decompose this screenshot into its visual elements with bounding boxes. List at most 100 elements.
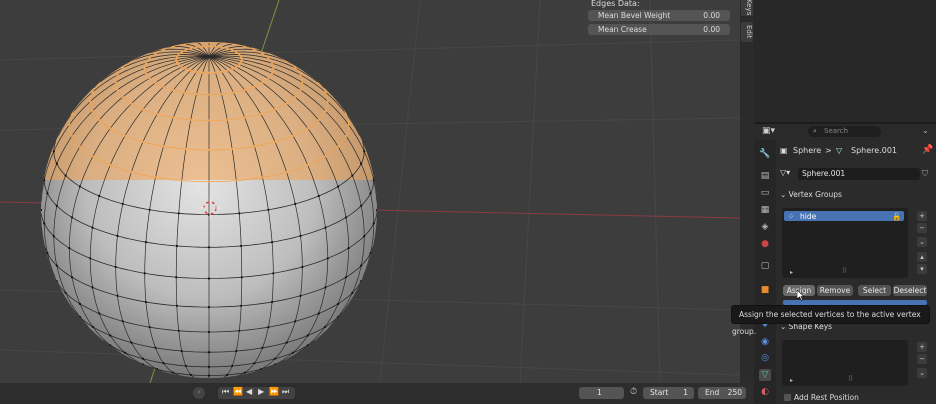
mesh-vertex[interactable]	[285, 102, 288, 105]
mesh-vertex[interactable]	[175, 55, 178, 59]
mesh-vertex[interactable]	[317, 312, 320, 315]
mesh-vertex[interactable]	[267, 326, 270, 329]
mesh-vertex[interactable]	[123, 134, 127, 137]
mesh-vertex[interactable]	[273, 108, 277, 111]
add-shape-key-button[interactable]: +	[917, 342, 927, 352]
mesh-vertex[interactable]	[360, 162, 363, 165]
material-tab-icon[interactable]: ◐	[759, 386, 771, 398]
mesh-vertex[interactable]	[238, 53, 241, 56]
mesh-vertex[interactable]	[55, 204, 58, 207]
output-tab-icon[interactable]: ▭	[759, 187, 771, 199]
mesh-vertex[interactable]	[347, 123, 350, 126]
3d-viewport[interactable]: Edges Data: Mean Bevel Weight 0.00 Mean …	[0, 0, 740, 383]
mesh-vertex[interactable]	[235, 65, 238, 69]
mesh-vertex[interactable]	[154, 81, 157, 84]
mesh-vertex[interactable]	[253, 362, 256, 365]
mesh-vertex[interactable]	[231, 147, 234, 151]
mesh-vertex[interactable]	[207, 148, 211, 152]
mesh-vertex[interactable]	[175, 276, 178, 279]
mesh-vertex[interactable]	[46, 192, 49, 195]
mesh-vertex[interactable]	[177, 63, 180, 66]
particles-tab-icon[interactable]: ◉	[759, 336, 771, 348]
mesh-vertex[interactable]	[184, 67, 187, 71]
mesh-vertex[interactable]	[271, 300, 274, 304]
mesh-vertex[interactable]	[207, 119, 211, 122]
mesh-vertex[interactable]	[324, 325, 327, 328]
mesh-vertex[interactable]	[189, 47, 192, 50]
mesh-vertex[interactable]	[141, 140, 145, 143]
mean-bevel-weight-field[interactable]: Mean Bevel Weight 0.00	[588, 10, 730, 21]
mesh-vertex[interactable]	[207, 374, 211, 377]
mesh-vertex[interactable]	[43, 222, 46, 225]
mesh-vertex[interactable]	[259, 113, 262, 116]
mesh-vertex[interactable]	[46, 251, 49, 255]
mesh-vertex[interactable]	[91, 286, 94, 289]
mesh-vertex[interactable]	[175, 244, 178, 248]
vertex-group-list[interactable]: ⁘ hide 🔓 ▸ ⠿	[782, 208, 908, 278]
mesh-vertex[interactable]	[116, 294, 119, 297]
mesh-vertex[interactable]	[43, 179, 46, 182]
mesh-vertex[interactable]	[91, 226, 94, 229]
mesh-vertex[interactable]	[148, 77, 151, 80]
mesh-vertex[interactable]	[40, 208, 43, 212]
stopwatch-icon[interactable]: ⏱	[630, 387, 637, 397]
mesh-vertex[interactable]	[195, 70, 198, 73]
mesh-vertex[interactable]	[271, 241, 274, 244]
tab-edit[interactable]: Edit	[741, 22, 753, 42]
mesh-vertex[interactable]	[291, 134, 295, 137]
mesh-vertex[interactable]	[226, 47, 229, 50]
mesh-vertex[interactable]	[207, 330, 211, 334]
mesh-vertex[interactable]	[64, 291, 67, 294]
mesh-vertex[interactable]	[162, 145, 165, 148]
mesh-vertex[interactable]	[294, 202, 297, 205]
mesh-vertex[interactable]	[162, 85, 165, 88]
mesh-vertex[interactable]	[299, 88, 302, 91]
mesh-vertex[interactable]	[240, 55, 243, 59]
mesh-vertex[interactable]	[337, 315, 340, 319]
mesh-vertex[interactable]	[306, 164, 309, 167]
mesh-vertex[interactable]	[55, 280, 58, 283]
vertex-groups-header[interactable]: ⌄ Vertex Groups	[780, 190, 930, 199]
mesh-vertex[interactable]	[156, 113, 159, 116]
mesh-vertex[interactable]	[175, 304, 178, 307]
mesh-vertex[interactable]	[109, 164, 112, 167]
mesh-vertex[interactable]	[238, 329, 241, 332]
jump-to-keyframe-back-icon[interactable]: ⏪	[233, 387, 243, 396]
fake-user-shield-icon[interactable]: ⛉	[922, 169, 928, 179]
mesh-vertex[interactable]	[226, 118, 229, 121]
mesh-vertex[interactable]	[91, 109, 94, 113]
mesh-vertex[interactable]	[259, 368, 262, 371]
mesh-vertex[interactable]	[294, 95, 297, 99]
mesh-vertex[interactable]	[68, 123, 71, 126]
mesh-vertex[interactable]	[114, 265, 117, 269]
mesh-vertex[interactable]	[78, 315, 81, 319]
mesh-vertex[interactable]	[55, 162, 58, 165]
options-chevron-icon[interactable]: ⌄	[922, 126, 929, 135]
mesh-vertex[interactable]	[299, 234, 302, 237]
mesh-vertex[interactable]	[144, 241, 147, 244]
mesh-vertex[interactable]	[183, 91, 186, 94]
mesh-vertex[interactable]	[121, 320, 124, 323]
mesh-vertex[interactable]	[285, 60, 288, 63]
mesh-vertex[interactable]	[363, 235, 366, 238]
mesh-vertex[interactable]	[326, 100, 329, 103]
mesh-vertex[interactable]	[184, 49, 187, 52]
mesh-vertex[interactable]	[207, 180, 211, 183]
auto-keying-button[interactable]: ◦	[193, 387, 205, 399]
mesh-vertex[interactable]	[253, 85, 256, 88]
mesh-vertex[interactable]	[317, 119, 320, 122]
mesh-datablock-icon[interactable]: ▽▾	[780, 168, 790, 177]
mesh-vertex[interactable]	[55, 264, 58, 267]
mesh-vertex[interactable]	[337, 302, 340, 305]
mesh-vertex[interactable]	[207, 246, 211, 249]
mesh-vertex[interactable]	[123, 351, 127, 354]
mesh-vertex[interactable]	[324, 155, 327, 158]
mesh-vertex[interactable]	[240, 61, 243, 64]
end-frame-field[interactable]: End 250	[698, 387, 746, 399]
mesh-vertex[interactable]	[109, 127, 112, 130]
mesh-vertex[interactable]	[70, 216, 74, 219]
mesh-vertex[interactable]	[301, 81, 304, 84]
mesh-vertex[interactable]	[273, 363, 277, 366]
mesh-vertex[interactable]	[121, 95, 124, 99]
mesh-vertex[interactable]	[116, 73, 119, 77]
